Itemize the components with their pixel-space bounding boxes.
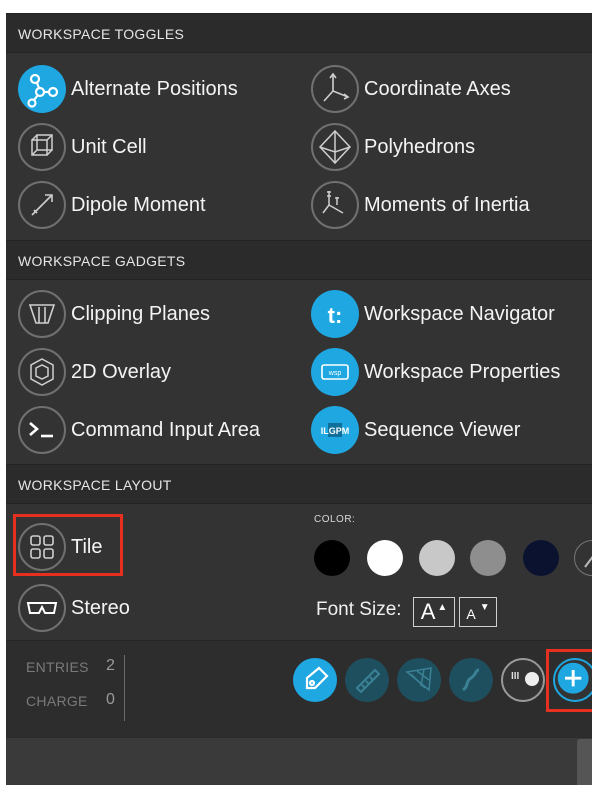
svg-text:wsp: wsp: [328, 370, 342, 377]
clipping-planes-icon: [18, 290, 66, 338]
clipping-planes-label: Clipping Planes: [71, 302, 210, 325]
pen-icon: [584, 556, 592, 568]
swatch-navy[interactable]: [523, 540, 559, 576]
charge-stat: CHARGE 0: [26, 691, 115, 709]
caret-down-icon: ▼: [479, 601, 490, 613]
swatch-black[interactable]: [314, 540, 350, 576]
status-strip: [6, 737, 592, 785]
font-decrease-glyph: A: [466, 606, 476, 622]
scrollbar-thumb[interactable]: [577, 739, 592, 785]
workspace-panel: WORKSPACE TOGGLES Alternate Positions Co…: [6, 13, 592, 785]
gadget-2d-overlay[interactable]: 2D Overlay: [18, 348, 171, 396]
add-button-highlight-box: [546, 649, 592, 712]
toggle-knob-icon: [525, 672, 539, 686]
swatch-light-gray[interactable]: [419, 540, 455, 576]
toggle-coordinate-axes[interactable]: Coordinate Axes: [311, 65, 511, 113]
dipole-moment-label: Dipole Moment: [71, 193, 206, 216]
gadget-sequence-viewer[interactable]: ILGPM Sequence Viewer: [311, 406, 520, 454]
svg-text:t:: t:: [328, 303, 343, 328]
workspace-navigator-icon: t:: [311, 290, 359, 338]
coordinate-axes-label: Coordinate Axes: [364, 77, 511, 100]
alternate-positions-icon: [18, 65, 66, 113]
dipole-moment-icon: [18, 181, 66, 229]
swatch-custom-pen[interactable]: [574, 540, 592, 576]
stereo-label: Stereo: [71, 596, 130, 619]
swatch-gray[interactable]: [470, 540, 506, 576]
layout-stereo[interactable]: Stereo: [18, 584, 130, 632]
toggle-dipole-moment[interactable]: Dipole Moment: [18, 181, 206, 229]
stats-divider: [124, 655, 125, 721]
alternate-positions-label: Alternate Positions: [71, 77, 238, 100]
entries-label: ENTRIES: [26, 659, 89, 675]
ribbon-tool-button[interactable]: [449, 658, 493, 702]
toggle-moments-of-inertia[interactable]: Moments of Inertia: [311, 181, 530, 229]
stereo-glasses-icon: [18, 584, 66, 632]
section-header-gadgets: WORKSPACE GADGETS: [6, 240, 592, 280]
section-header-toggles: WORKSPACE TOGGLES: [6, 13, 592, 53]
entries-stat: ENTRIES 2: [26, 657, 115, 675]
entries-value: 2: [106, 657, 116, 674]
polyhedrons-icon: [311, 123, 359, 171]
color-label: COLOR:: [314, 514, 356, 525]
gadget-clipping-planes[interactable]: Clipping Planes: [18, 290, 210, 338]
unit-cell-icon: [18, 123, 66, 171]
command-input-area-label: Command Input Area: [71, 418, 260, 441]
toggle-alternate-positions[interactable]: Alternate Positions: [18, 65, 238, 113]
font-increase-glyph: A: [420, 599, 436, 624]
label-tool-button[interactable]: [293, 658, 337, 702]
swatch-white[interactable]: [367, 540, 403, 576]
unit-cell-label: Unit Cell: [71, 135, 147, 158]
moments-of-inertia-label: Moments of Inertia: [364, 193, 530, 216]
ruler-icon: [355, 668, 381, 694]
font-size-decrease-button[interactable]: A ▼: [459, 597, 497, 627]
workspace-properties-label: Workspace Properties: [364, 360, 561, 383]
sequence-viewer-label: Sequence Viewer: [364, 418, 521, 441]
display-toggle-button[interactable]: III: [501, 658, 545, 702]
ribbon-icon: [462, 668, 480, 692]
tile-highlight-box: [13, 514, 123, 576]
gadget-workspace-properties[interactable]: wsp Workspace Properties: [311, 348, 560, 396]
moments-of-inertia-icon: [311, 181, 359, 229]
caret-up-icon: ▲: [437, 601, 448, 613]
svg-text:ILGPM: ILGPM: [321, 426, 350, 436]
gadget-command-input-area[interactable]: Command Input Area: [18, 406, 260, 454]
tag-icon: [305, 666, 329, 690]
toggle-bars-glyph: III: [511, 671, 520, 682]
overlay-2d-label: 2D Overlay: [71, 360, 172, 383]
workspace-properties-icon: wsp: [311, 348, 359, 396]
workspace-navigator-label: Workspace Navigator: [364, 302, 555, 325]
polyhedrons-label: Polyhedrons: [364, 135, 476, 158]
measure-tool-button[interactable]: [345, 658, 389, 702]
overlay-2d-icon: [18, 348, 66, 396]
gadget-workspace-navigator[interactable]: t: Workspace Navigator: [311, 290, 555, 338]
coordinate-axes-icon: [311, 65, 359, 113]
surface-tool-button[interactable]: [397, 658, 441, 702]
font-size-label: Font Size:: [316, 599, 402, 620]
toggle-polyhedrons[interactable]: Polyhedrons: [311, 123, 475, 171]
mesh-surface-icon: [405, 667, 432, 692]
toggle-unit-cell[interactable]: Unit Cell: [18, 123, 147, 171]
charge-label: CHARGE: [26, 693, 88, 709]
section-header-layout: WORKSPACE LAYOUT: [6, 464, 592, 504]
charge-value: 0: [106, 691, 116, 708]
sequence-viewer-icon: ILGPM: [311, 406, 359, 454]
command-prompt-icon: [18, 406, 66, 454]
font-size-increase-button[interactable]: A ▲: [413, 597, 455, 627]
